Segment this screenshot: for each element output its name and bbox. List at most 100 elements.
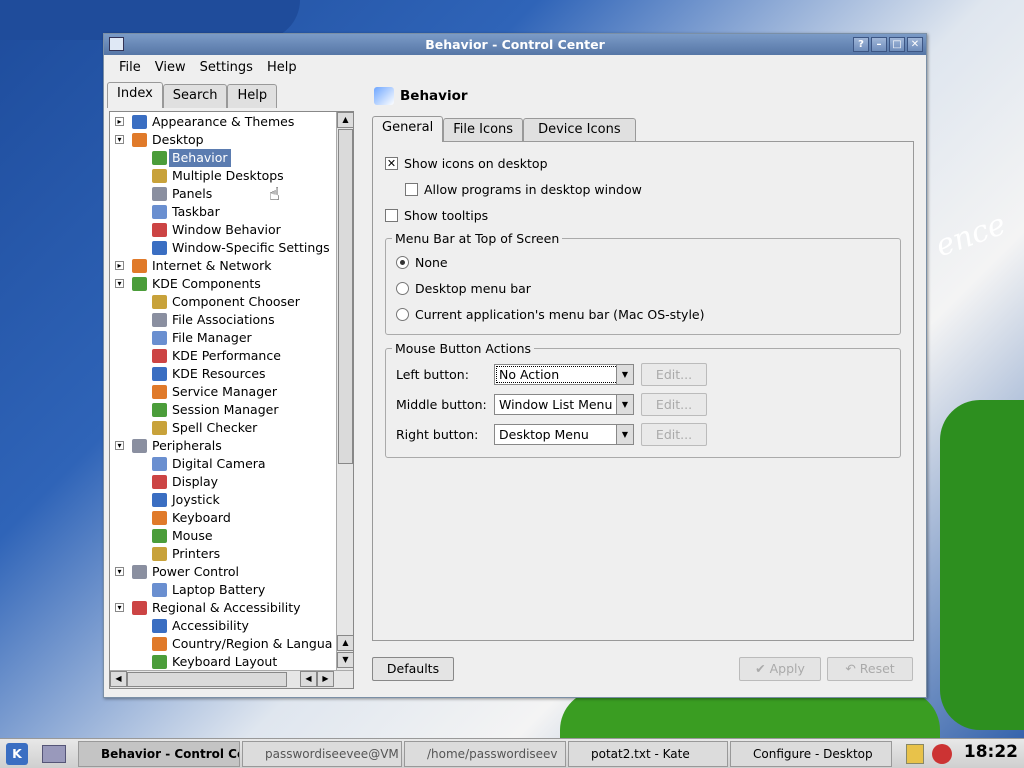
show-desktop-icon[interactable] — [42, 745, 66, 763]
scroll-thumb[interactable] — [338, 129, 353, 464]
collapse-icon[interactable]: ▾ — [115, 135, 124, 144]
task-configure-desktop[interactable]: Configure - Desktop — [730, 741, 892, 767]
scroll-down-icon[interactable]: ▼ — [337, 652, 353, 668]
task-kate[interactable]: potat2.txt - Kate — [568, 741, 728, 767]
tree-item[interactable]: ▾ Regional & Accessibility — [110, 599, 336, 617]
radio-icon[interactable] — [396, 282, 409, 295]
tree-item[interactable]: Behavior — [110, 149, 336, 167]
tree-item[interactable]: Window Behavior — [110, 221, 336, 239]
kmenu-icon[interactable]: K — [6, 743, 28, 765]
tree-item[interactable]: ▾ Power Control — [110, 563, 336, 581]
menu-view[interactable]: View — [148, 60, 193, 75]
middle-edit-button[interactable]: Edit... — [641, 393, 707, 416]
tree-item[interactable]: Accessibility — [110, 617, 336, 635]
help-icon[interactable]: ? — [853, 37, 869, 52]
radio-current-app-menubar[interactable]: Current application's menu bar (Mac OS-s… — [396, 307, 705, 322]
expand-icon[interactable]: ▸ — [115, 261, 124, 270]
collapse-icon[interactable]: ▾ — [115, 441, 124, 450]
scroll-left-icon[interactable]: ◀ — [110, 671, 127, 687]
tree-item[interactable]: Service Manager — [110, 383, 336, 401]
collapse-icon[interactable]: ▾ — [115, 603, 124, 612]
tree-item[interactable]: Window-Specific Settings — [110, 239, 336, 257]
menu-file[interactable]: File — [112, 60, 148, 75]
show-icons-checkbox[interactable]: ✕ Show icons on desktop — [385, 156, 548, 171]
module-icon — [152, 529, 167, 543]
tree-item[interactable]: ▸ Internet & Network — [110, 257, 336, 275]
tree-item[interactable]: Country/Region & Langua — [110, 635, 336, 653]
window-titlebar[interactable]: Behavior - Control Center ? – □ ✕ — [104, 34, 926, 55]
defaults-button[interactable]: Defaults — [372, 657, 454, 681]
checkbox-checked-icon[interactable]: ✕ — [385, 157, 398, 170]
tree-item[interactable]: KDE Performance — [110, 347, 336, 365]
tree-item[interactable]: KDE Resources — [110, 365, 336, 383]
tree-item[interactable]: ▾ Desktop — [110, 131, 336, 149]
desktop-plant — [940, 400, 1024, 730]
tree-item[interactable]: Spell Checker — [110, 419, 336, 437]
radio-none[interactable]: None — [396, 255, 448, 270]
chevron-down-icon[interactable]: ▼ — [616, 395, 633, 414]
tree-item[interactable]: File Associations — [110, 311, 336, 329]
tree-item[interactable]: Session Manager — [110, 401, 336, 419]
minimize-icon[interactable]: – — [871, 37, 887, 52]
apply-button[interactable]: ✔ Apply — [739, 657, 821, 681]
scroll-left-icon[interactable]: ◀ — [300, 671, 317, 687]
collapse-icon[interactable]: ▾ — [115, 279, 124, 288]
tree-item[interactable]: Component Chooser — [110, 293, 336, 311]
clock[interactable]: 18:22 — [964, 742, 1018, 762]
tree-item[interactable]: Keyboard Layout — [110, 653, 336, 671]
collapse-icon[interactable]: ▾ — [115, 567, 124, 576]
tree-item[interactable]: Display — [110, 473, 336, 491]
allow-programs-checkbox[interactable]: Allow programs in desktop window — [405, 182, 642, 197]
chevron-down-icon[interactable]: ▼ — [616, 425, 633, 444]
tree-item[interactable]: File Manager — [110, 329, 336, 347]
expand-icon[interactable]: ▸ — [115, 117, 124, 126]
tree-item[interactable]: Panels — [110, 185, 336, 203]
tree-item[interactable]: ▾ Peripherals — [110, 437, 336, 455]
reset-button[interactable]: ↶ Reset — [827, 657, 913, 681]
tab-device-icons[interactable]: Device Icons — [523, 118, 636, 142]
task-terminal[interactable]: passwordiseevee@VM — [242, 741, 402, 767]
tree-item[interactable]: Multiple Desktops — [110, 167, 336, 185]
tree-item[interactable]: Joystick — [110, 491, 336, 509]
tree-item[interactable]: Taskbar — [110, 203, 336, 221]
tree-item[interactable]: ▸ Appearance & Themes — [110, 113, 336, 131]
task-control-center[interactable]: Behavior - Control Ce — [78, 741, 240, 767]
tab-general[interactable]: General — [372, 116, 444, 142]
radio-selected-icon[interactable] — [396, 256, 409, 269]
radio-desktop-menubar[interactable]: Desktop menu bar — [396, 281, 531, 296]
left-edit-button[interactable]: Edit... — [641, 363, 707, 386]
tree-item[interactable]: Printers — [110, 545, 336, 563]
show-tooltips-checkbox[interactable]: Show tooltips — [385, 208, 488, 223]
tree-horizontal-scrollbar[interactable]: ◀ ◀ ▶ — [110, 670, 353, 688]
chevron-down-icon[interactable]: ▼ — [616, 365, 633, 384]
tab-help[interactable]: Help — [227, 84, 278, 108]
menu-settings[interactable]: Settings — [193, 60, 260, 75]
clipboard-icon[interactable] — [906, 744, 924, 764]
scroll-right-icon[interactable]: ▶ — [317, 671, 334, 687]
left-button-combo[interactable]: No Action ▼ — [494, 364, 634, 385]
tab-index[interactable]: Index — [107, 82, 163, 108]
right-button-combo[interactable]: Desktop Menu ▼ — [494, 424, 634, 445]
tree-item[interactable]: Mouse — [110, 527, 336, 545]
task-file-manager[interactable]: /home/passwordiseev — [404, 741, 566, 767]
network-icon[interactable] — [932, 744, 952, 764]
tab-search[interactable]: Search — [162, 84, 228, 108]
window-app-icon[interactable] — [109, 37, 124, 51]
close-icon[interactable]: ✕ — [907, 37, 923, 52]
right-edit-button[interactable]: Edit... — [641, 423, 707, 446]
tree-item[interactable]: Keyboard — [110, 509, 336, 527]
tree-item[interactable]: ▾ KDE Components — [110, 275, 336, 293]
tab-file-icons[interactable]: File Icons — [443, 118, 524, 142]
scroll-up-icon[interactable]: ▲ — [337, 635, 353, 651]
tree-item[interactable]: Laptop Battery — [110, 581, 336, 599]
hscroll-thumb[interactable] — [127, 672, 287, 687]
checkbox-icon[interactable] — [405, 183, 418, 196]
menu-help[interactable]: Help — [260, 60, 304, 75]
tree-vertical-scrollbar[interactable]: ▲ ▲ ▼ — [336, 112, 353, 671]
scroll-up-icon[interactable]: ▲ — [337, 112, 353, 128]
radio-icon[interactable] — [396, 308, 409, 321]
maximize-icon[interactable]: □ — [889, 37, 905, 52]
middle-button-combo[interactable]: Window List Menu ▼ — [494, 394, 634, 415]
tree-item[interactable]: Digital Camera — [110, 455, 336, 473]
checkbox-icon[interactable] — [385, 209, 398, 222]
